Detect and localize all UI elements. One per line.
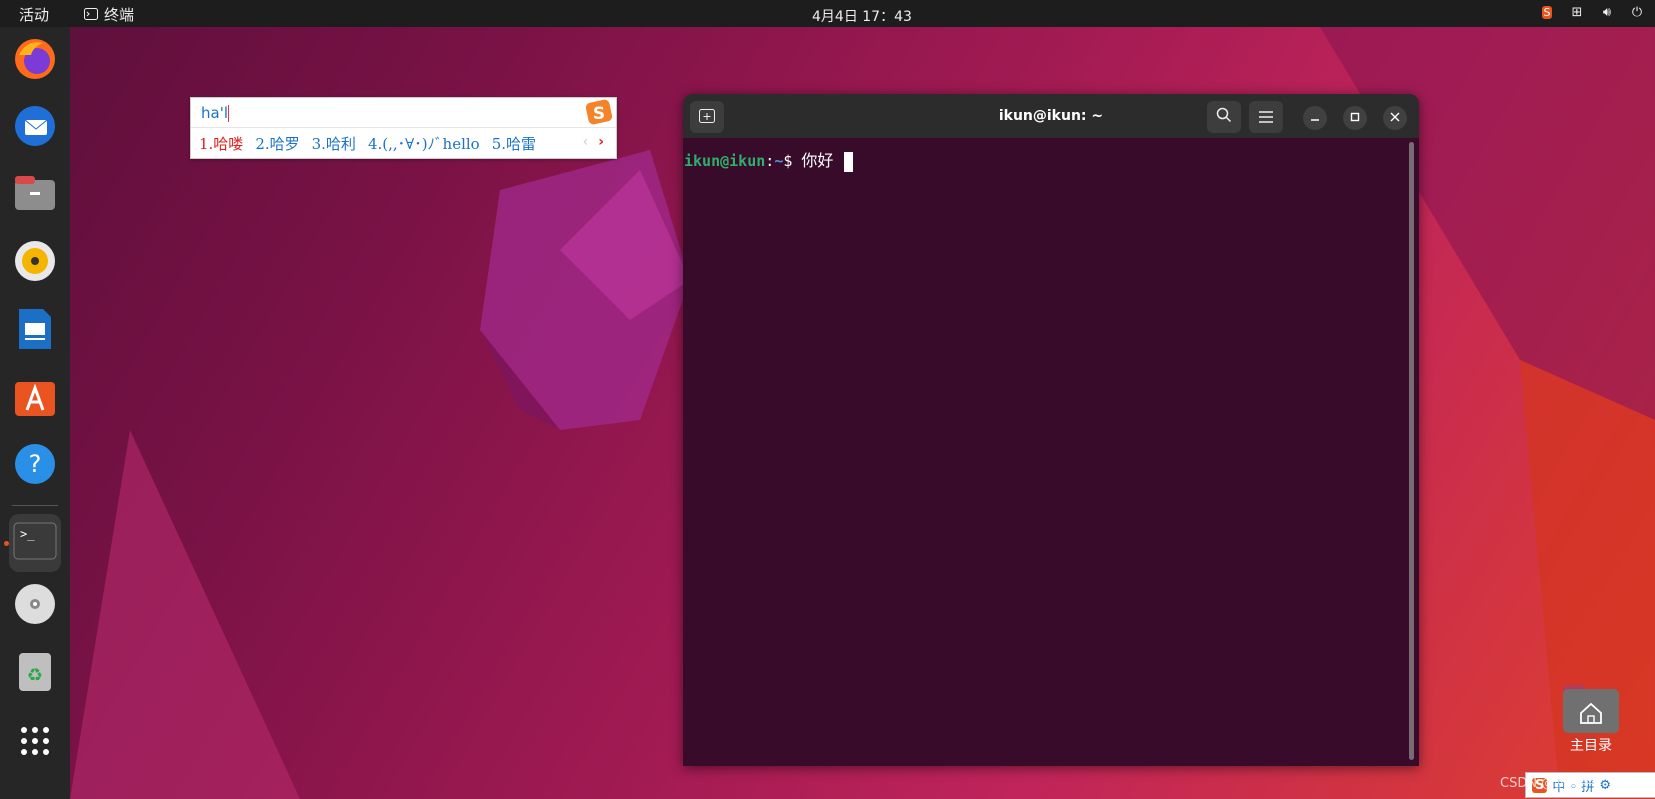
svg-text:?: ?: [29, 450, 42, 478]
maximize-icon: [1350, 111, 1360, 125]
scrollbar[interactable]: [1409, 142, 1414, 760]
activities-button[interactable]: 活动: [19, 4, 49, 25]
prompt-line: ikun@ikun:~$ 你好: [684, 147, 854, 172]
app-name: 终端: [104, 6, 135, 24]
close-button[interactable]: [1383, 106, 1407, 130]
ime-input: ha'l: [201, 104, 229, 122]
system-tray[interactable]: S ⊞ 🔊︎ ⏻: [1539, 4, 1645, 20]
dock: ? >_ ♻: [0, 27, 70, 799]
gear-icon[interactable]: ⚙: [1599, 778, 1611, 793]
prompt-separator: :: [765, 152, 775, 170]
show-apps-icon: [19, 725, 51, 761]
dock-disc[interactable]: [9, 580, 61, 632]
dock-rhythmbox[interactable]: [9, 237, 61, 289]
firefox-icon: [13, 37, 57, 85]
home-folder-icon: [1562, 683, 1620, 735]
clock[interactable]: 4月4日 17：43: [812, 6, 912, 26]
dock-separator: [12, 505, 58, 506]
ime-page-nav: ‹ ›: [583, 134, 604, 150]
title-bar[interactable]: ikun@ikun: ~: [683, 94, 1419, 138]
prompt-symbol: $: [783, 152, 793, 170]
dock-help[interactable]: ?: [9, 440, 61, 492]
desktop-home-folder[interactable]: 主目录: [1556, 683, 1626, 755]
menu-button[interactable]: [1249, 101, 1283, 133]
close-icon: [1390, 111, 1400, 125]
app-center-icon: [13, 374, 57, 422]
help-icon: ?: [13, 442, 57, 490]
prompt-user: ikun@ikun: [684, 152, 766, 170]
terminal-small-icon: [84, 6, 98, 24]
terminal-body[interactable]: ikun@ikun:~$ 你好: [683, 138, 1419, 766]
libreoffice-writer-icon: [13, 307, 57, 355]
sogou-icon[interactable]: S: [1539, 4, 1555, 20]
terminal-icon: >_: [13, 522, 57, 564]
home-folder-label: 主目录: [1570, 738, 1612, 754]
ime-candidates: 1.哈喽 2.哈罗 3.哈利 4.(,,･∀･)ﾉﾞhello 5.哈雷: [199, 133, 536, 154]
sogou-logo-icon: S: [584, 98, 614, 126]
top-bar: 活动 终端 4月4日 17：43 S ⊞ 🔊︎ ⏻: [0, 0, 1655, 27]
hamburger-icon: [1259, 108, 1273, 127]
disc-icon: [13, 582, 57, 630]
files-icon: [13, 172, 57, 220]
dock-thunderbird[interactable]: [9, 102, 61, 154]
ime-candidate-window: ha'l S 1.哈喽 2.哈罗 3.哈利 4.(,,･∀･)ﾉﾞhello 5…: [190, 97, 617, 159]
rhythmbox-icon: [13, 239, 57, 287]
app-menu[interactable]: 终端: [84, 4, 134, 25]
terminal-window[interactable]: ikun@ikun: ~ ikun@ikun:~$ 你好: [683, 94, 1419, 766]
network-icon[interactable]: ⊞: [1569, 4, 1585, 20]
dock-files[interactable]: [9, 170, 61, 222]
dock-app-center[interactable]: [9, 372, 61, 424]
chevron-left-icon[interactable]: ‹: [583, 134, 589, 150]
minimize-button[interactable]: [1303, 106, 1327, 130]
search-button[interactable]: [1207, 101, 1241, 133]
maximize-button[interactable]: [1343, 106, 1367, 130]
thunderbird-icon: [13, 104, 57, 152]
dock-terminal[interactable]: >_: [9, 514, 61, 572]
prompt-path: ~: [774, 152, 784, 170]
svg-text:>_: >_: [20, 527, 35, 541]
search-icon: [1216, 107, 1232, 127]
power-icon[interactable]: ⏻: [1629, 4, 1645, 20]
trash-icon: ♻: [15, 649, 55, 697]
svg-text:♻: ♻: [27, 665, 43, 686]
ime-candidate[interactable]: 5.哈雷: [492, 133, 536, 154]
ime-candidate[interactable]: 2.哈罗: [255, 133, 299, 154]
volume-icon[interactable]: 🔊︎: [1599, 4, 1615, 20]
svg-text:S: S: [593, 104, 605, 124]
ime-candidate[interactable]: 4.(,,･∀･)ﾉﾞhello: [368, 133, 480, 154]
chevron-right-icon[interactable]: ›: [598, 134, 604, 150]
text-cursor: [844, 151, 854, 172]
ime-candidate[interactable]: 3.哈利: [312, 133, 356, 154]
dock-trash[interactable]: ♻: [9, 647, 61, 699]
command-text: 你好: [801, 151, 834, 170]
ime-divider: [191, 127, 616, 128]
dock-writer[interactable]: [9, 305, 61, 357]
ime-candidate[interactable]: 1.哈喽: [199, 133, 243, 154]
watermark: CSDN @鸥鸣手: [1500, 776, 1594, 791]
minimize-icon: [1310, 111, 1320, 125]
dock-firefox[interactable]: [9, 35, 61, 87]
dock-show-apps[interactable]: [9, 717, 61, 769]
